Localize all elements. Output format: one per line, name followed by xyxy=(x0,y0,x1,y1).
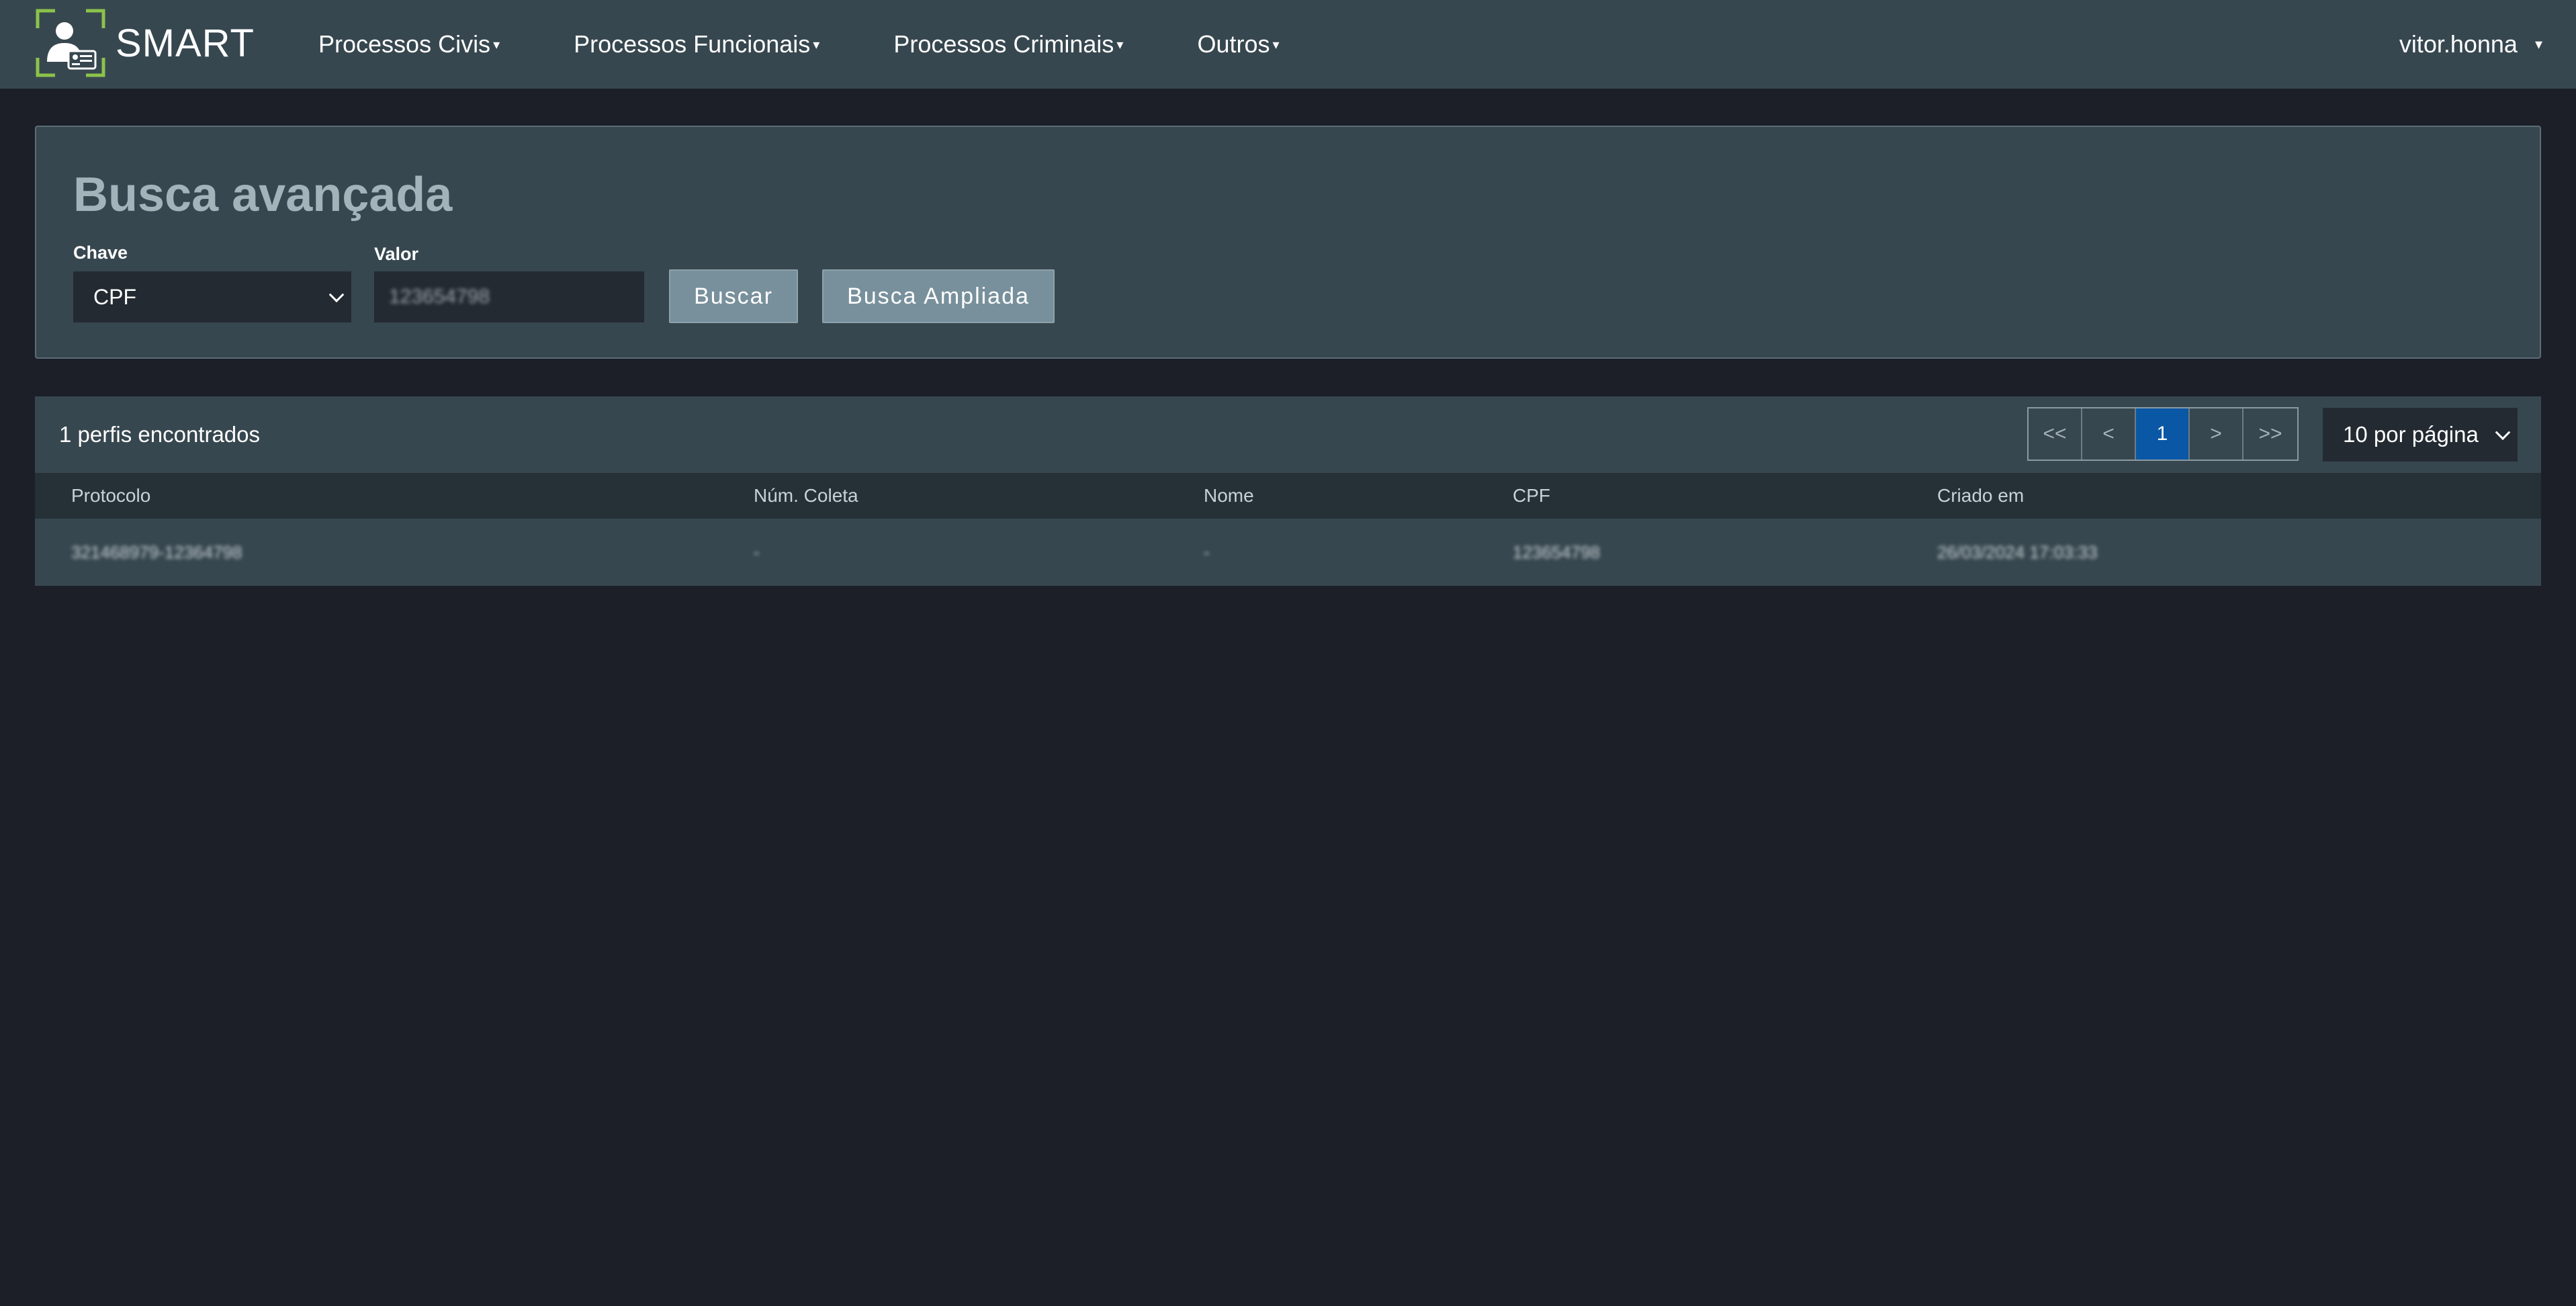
per-page-value: 10 por página xyxy=(2343,422,2479,447)
value-input[interactable]: 123654798 xyxy=(374,271,644,322)
column-header-cpf[interactable]: CPF xyxy=(1513,473,1550,519)
chevron-down-icon xyxy=(328,287,345,303)
top-navbar: SMART Processos Civis ▾ Processos Funcion… xyxy=(0,0,2576,89)
value-label: Valor xyxy=(374,244,419,264)
menu-outros[interactable]: Outros ▾ xyxy=(1197,30,1279,58)
page-title: Busca avançada xyxy=(73,168,453,222)
caret-down-icon: ▾ xyxy=(1272,37,1280,52)
person-id-icon xyxy=(36,9,105,77)
key-select[interactable]: CPF xyxy=(73,271,351,322)
next-page-button[interactable]: > xyxy=(2190,408,2244,460)
results-count: 1 perfis encontrados xyxy=(59,422,261,447)
caret-down-icon: ▾ xyxy=(1116,37,1124,52)
menu-processos-criminais[interactable]: Processos Criminais ▾ xyxy=(893,30,1123,58)
table-header: Protocolo Núm. Coleta Nome CPF Criado em xyxy=(35,473,2541,519)
column-header-nome[interactable]: Nome xyxy=(1204,473,1254,519)
cell-cpf: 123654798 xyxy=(1513,541,1601,562)
menu-label: Processos Funcionais xyxy=(574,30,811,58)
caret-down-icon: ▾ xyxy=(493,37,500,52)
table-row[interactable]: 321468979-12364798 - - 123654798 26/03/2… xyxy=(35,519,2541,586)
per-page-select[interactable]: 10 por página xyxy=(2323,408,2518,462)
extended-search-button[interactable]: Busca Ampliada xyxy=(822,269,1055,323)
menu-label: Outros xyxy=(1197,30,1270,58)
search-button[interactable]: Buscar xyxy=(669,269,798,323)
menu-label: Processos Civis xyxy=(318,30,491,58)
pagination: << < 1 > >> xyxy=(2027,407,2299,461)
current-page-button[interactable]: 1 xyxy=(2136,408,2190,460)
main-menu: Processos Civis ▾ Processos Funcionais ▾ P… xyxy=(318,0,1353,89)
first-page-button[interactable]: << xyxy=(2029,408,2082,460)
app-logo[interactable]: SMART xyxy=(35,8,255,78)
column-header-protocolo[interactable]: Protocolo xyxy=(71,473,150,519)
column-header-criado-em[interactable]: Criado em xyxy=(1937,473,2024,519)
cell-num-coleta: - xyxy=(754,541,760,562)
caret-down-icon: ▾ xyxy=(813,37,820,52)
last-page-button[interactable]: >> xyxy=(2244,408,2297,460)
user-menu[interactable]: vitor.honna ▾ xyxy=(2399,0,2542,89)
chevron-down-icon xyxy=(2495,425,2511,441)
value-input-text: 123654798 xyxy=(389,286,490,308)
username: vitor.honna xyxy=(2399,30,2518,58)
advanced-search-panel: Busca avançada Chave CPF Valor 123654798… xyxy=(35,126,2541,359)
cell-criado-em: 26/03/2024 17:03:33 xyxy=(1937,541,2098,562)
cell-nome: - xyxy=(1204,541,1210,562)
menu-processos-civis[interactable]: Processos Civis ▾ xyxy=(318,30,500,58)
logo-text: SMART xyxy=(116,21,255,65)
key-selected-value: CPF xyxy=(93,284,136,309)
results-toolbar: 1 perfis encontrados << < 1 > >> 10 por … xyxy=(35,396,2541,473)
cell-protocolo: 321468979-12364798 xyxy=(71,541,242,562)
column-header-num-coleta[interactable]: Núm. Coleta xyxy=(754,473,858,519)
menu-label: Processos Criminais xyxy=(893,30,1114,58)
key-label: Chave xyxy=(73,243,128,263)
prev-page-button[interactable]: < xyxy=(2082,408,2136,460)
menu-processos-funcionais[interactable]: Processos Funcionais ▾ xyxy=(574,30,819,58)
caret-down-icon: ▾ xyxy=(2534,36,2542,52)
